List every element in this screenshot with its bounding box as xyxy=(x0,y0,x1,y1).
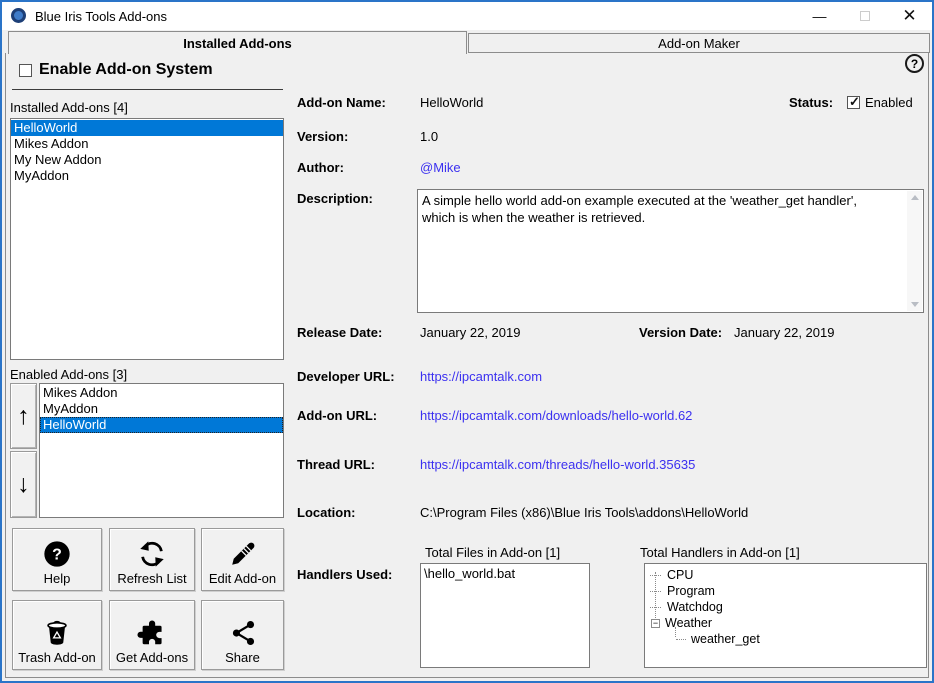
trash-add-on-button[interactable]: Trash Add-on xyxy=(12,600,102,670)
tree-item-label: weather_get xyxy=(691,632,760,646)
status-value: Enabled xyxy=(865,95,913,110)
minimize-button[interactable]: — xyxy=(797,2,842,30)
list-item[interactable]: MyAddon xyxy=(40,401,283,417)
action-button-label: Get Add-ons xyxy=(116,650,188,665)
trash-icon xyxy=(42,618,72,648)
enabled-list-label: Enabled Add-ons [3] xyxy=(10,367,127,382)
list-item[interactable]: HelloWorld xyxy=(40,417,283,433)
location-label: Location: xyxy=(297,505,356,520)
help-circle-button[interactable]: ? xyxy=(905,54,924,73)
get-add-ons-button[interactable]: Get Add-ons xyxy=(109,600,195,670)
tree-item[interactable]: −Weather xyxy=(645,615,926,631)
author-label: Author: xyxy=(297,160,344,175)
tree-item[interactable]: weather_get xyxy=(645,631,926,647)
help-icon: ? xyxy=(42,539,72,569)
list-item[interactable]: My New Addon xyxy=(11,152,283,168)
divider xyxy=(12,89,283,90)
tree-item-label: Watchdog xyxy=(667,600,723,614)
move-up-button[interactable]: ↑ xyxy=(10,383,37,449)
addon-name-label: Add-on Name: xyxy=(297,95,386,110)
description-label: Description: xyxy=(297,191,373,206)
maximize-button[interactable] xyxy=(842,2,887,30)
enabled-add-ons-list[interactable]: Mikes AddonMyAddonHelloWorld xyxy=(39,383,284,518)
tree-item-label: CPU xyxy=(667,568,693,582)
refresh-list-button[interactable]: Refresh List xyxy=(109,528,195,591)
version-date-label: Version Date: xyxy=(639,325,722,340)
location-value: C:\Program Files (x86)\Blue Iris Tools\a… xyxy=(420,505,748,520)
close-button[interactable]: ✕ xyxy=(887,2,932,30)
list-item[interactable]: Mikes Addon xyxy=(11,136,283,152)
help-button[interactable]: ? Help xyxy=(12,528,102,591)
tree-connector xyxy=(650,591,661,592)
scroll-down-icon[interactable] xyxy=(911,302,919,307)
minimize-icon: — xyxy=(813,8,827,24)
window-controls: — ✕ xyxy=(797,2,932,30)
share-button[interactable]: Share xyxy=(201,600,284,670)
tree-item[interactable]: Watchdog xyxy=(645,599,926,615)
maximize-icon xyxy=(860,11,870,21)
action-button-label: Help xyxy=(44,571,71,586)
addon-url-label: Add-on URL: xyxy=(297,408,377,423)
total-files-label: Total Files in Add-on [1] xyxy=(425,545,560,560)
tree-collapse-icon[interactable]: − xyxy=(651,619,660,628)
action-button-label: Refresh List xyxy=(117,571,186,586)
tree-connector xyxy=(650,575,661,576)
share-icon xyxy=(228,618,258,648)
addon-url-link[interactable]: https://ipcamtalk.com/downloads/hello-wo… xyxy=(420,408,692,423)
handlers-tree[interactable]: CPUProgramWatchdog−Weatherweather_get xyxy=(644,563,927,668)
tree-connector xyxy=(650,607,661,608)
enable-addon-system-label: Enable Add-on System xyxy=(39,61,213,79)
edit-pencil-icon xyxy=(228,539,258,569)
status-enabled-checkbox[interactable] xyxy=(847,96,860,109)
scroll-up-icon[interactable] xyxy=(911,195,919,200)
total-handlers-label: Total Handlers in Add-on [1] xyxy=(640,545,800,560)
version-date-value: January 22, 2019 xyxy=(734,325,834,340)
titlebar: Blue Iris Tools Add-ons — ✕ xyxy=(2,2,932,30)
move-down-button[interactable]: ↓ xyxy=(10,451,37,518)
version-label: Version: xyxy=(297,129,348,144)
files-list[interactable]: \hello_world.bat xyxy=(420,563,590,668)
tab-installed-add-ons[interactable]: Installed Add-ons xyxy=(8,31,467,54)
developer-url-link[interactable]: https://ipcamtalk.com xyxy=(420,369,542,384)
down-arrow-icon: ↓ xyxy=(17,470,30,499)
close-icon: ✕ xyxy=(902,6,916,26)
handlers-used-label: Handlers Used: xyxy=(297,567,392,582)
edit-add-on-button[interactable]: Edit Add-on xyxy=(201,528,284,591)
tree-item[interactable]: Program xyxy=(645,583,926,599)
app-icon xyxy=(11,8,26,23)
action-button-label: Edit Add-on xyxy=(209,571,276,586)
status-label: Status: xyxy=(789,95,833,110)
list-item[interactable]: HelloWorld xyxy=(11,120,283,136)
tree-connector xyxy=(676,639,686,640)
version-value: 1.0 xyxy=(420,129,438,144)
thread-url-link[interactable]: https://ipcamtalk.com/threads/hello-worl… xyxy=(420,457,695,472)
enable-addon-system-checkbox[interactable] xyxy=(19,64,32,77)
developer-url-label: Developer URL: xyxy=(297,369,395,384)
description-scrollbar[interactable] xyxy=(907,191,922,311)
thread-url-label: Thread URL: xyxy=(297,457,375,472)
description-textarea[interactable]: A simple hello world add-on example exec… xyxy=(417,189,924,313)
tab-add-on-maker[interactable]: Add-on Maker xyxy=(468,33,930,53)
release-date-value: January 22, 2019 xyxy=(420,325,520,340)
app-window: Blue Iris Tools Add-ons — ✕ Installed Ad… xyxy=(0,0,934,683)
list-item[interactable]: \hello_world.bat xyxy=(421,565,589,581)
action-button-label: Trash Add-on xyxy=(18,650,96,665)
author-link[interactable]: @Mike xyxy=(420,160,461,175)
up-arrow-icon: ↑ xyxy=(17,402,30,431)
installed-list-label: Installed Add-ons [4] xyxy=(10,100,128,115)
svg-text:?: ? xyxy=(52,547,62,564)
window-title: Blue Iris Tools Add-ons xyxy=(35,9,167,24)
list-item[interactable]: Mikes Addon xyxy=(40,385,283,401)
release-date-label: Release Date: xyxy=(297,325,382,340)
addon-name-value: HelloWorld xyxy=(420,95,483,110)
action-button-label: Share xyxy=(225,650,260,665)
tree-item-label: Weather xyxy=(665,616,712,630)
description-text: A simple hello world add-on example exec… xyxy=(422,192,890,226)
tree-item[interactable]: CPU xyxy=(645,567,926,583)
puzzle-icon xyxy=(137,618,167,648)
tree-item-label: Program xyxy=(667,584,715,598)
refresh-icon xyxy=(137,539,167,569)
list-item[interactable]: MyAddon xyxy=(11,168,283,184)
installed-add-ons-list[interactable]: HelloWorldMikes AddonMy New AddonMyAddon xyxy=(10,118,284,360)
